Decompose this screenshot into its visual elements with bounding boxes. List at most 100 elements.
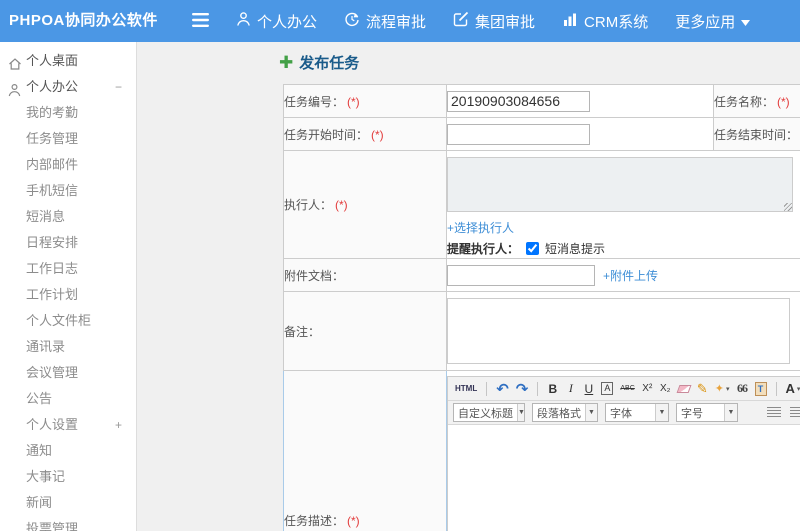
add-plus-icon: ✚ bbox=[279, 53, 294, 72]
sidebar-item[interactable]: 个人文件柜 bbox=[0, 308, 136, 334]
subscript-icon[interactable]: X₂ bbox=[658, 380, 673, 398]
font-color-icon[interactable]: A ▾ bbox=[784, 380, 800, 398]
nav-label: 流程审批 bbox=[366, 13, 427, 31]
sms-remind-label: 短消息提示 bbox=[545, 242, 606, 256]
caret-down-icon[interactable]: ▼ bbox=[655, 404, 668, 421]
select-value: 字号 bbox=[681, 407, 703, 420]
align-center-icon[interactable] bbox=[790, 407, 800, 418]
task-start-input[interactable] bbox=[447, 123, 590, 145]
blockquote-icon[interactable]: 66 bbox=[735, 380, 750, 398]
sidebar-item[interactable]: 日程安排 bbox=[0, 230, 136, 256]
page-title: ✚ 发布任务 bbox=[279, 52, 359, 73]
sms-remind-checkbox[interactable] bbox=[526, 242, 540, 255]
caret-down-icon[interactable]: ▼ bbox=[517, 404, 524, 421]
sidebar-item[interactable]: 投票管理 bbox=[0, 516, 136, 531]
form-row-remark: 备注： bbox=[283, 291, 800, 371]
editor-format-select[interactable]: 段落格式 ▼ bbox=[532, 403, 598, 422]
sidebar-item-label: 个人桌面 bbox=[26, 53, 79, 68]
group-approval-icon bbox=[453, 11, 469, 31]
sidebar-item[interactable]: 个人设置 + bbox=[0, 412, 136, 438]
app-brand: PHPOA协同办公软件 bbox=[9, 12, 158, 29]
task-end-label: 任务结束时间：(*) bbox=[713, 117, 800, 151]
html-source[interactable]: HTML bbox=[453, 380, 479, 398]
required-mark: (*) bbox=[347, 514, 360, 528]
resize-grip-icon[interactable] bbox=[784, 203, 792, 211]
sidebar-item[interactable]: 新闻 bbox=[0, 490, 136, 516]
underline-icon[interactable]: U bbox=[581, 380, 596, 398]
font-highlight-icon[interactable]: A bbox=[599, 380, 615, 398]
caret-down-icon[interactable]: ▼ bbox=[585, 404, 597, 421]
nav-item-group-approval[interactable]: 集团审批 bbox=[453, 11, 535, 32]
main-content: ✚ 发布任务 任务编号：(*) 任务名称：(*) 任务开始时间：(*) bbox=[137, 42, 800, 531]
align-left-icon[interactable] bbox=[767, 407, 781, 418]
caret-down-icon[interactable]: ▼ bbox=[724, 404, 737, 421]
sidebar-item[interactable]: 短消息 bbox=[0, 204, 136, 230]
collapse-minus-icon[interactable]: − bbox=[115, 74, 122, 100]
strikethrough-icon[interactable]: ABC bbox=[618, 380, 636, 398]
sidebar-item-label: 我的考勤 bbox=[26, 105, 79, 120]
editor-format-select[interactable]: 字号 ▼ bbox=[676, 403, 738, 422]
attachment-upload-link[interactable]: +附件上传 bbox=[603, 267, 658, 284]
nav-item-personal-office[interactable]: 个人办公 bbox=[236, 11, 317, 32]
sidebar-item-label: 个人文件柜 bbox=[26, 313, 92, 328]
toolbar-separator bbox=[775, 381, 777, 396]
sidebar-item-label: 个人设置 bbox=[26, 417, 79, 432]
nav-item-crm-system[interactable]: CRM系统 bbox=[562, 11, 648, 32]
task-number-input[interactable] bbox=[447, 90, 590, 112]
sidebar-item-label: 投票管理 bbox=[26, 521, 79, 531]
choose-executor-link[interactable]: +选择执行人 bbox=[447, 221, 514, 235]
nav-item-process-approval[interactable]: 流程审批 bbox=[344, 11, 426, 32]
required-mark: (*) bbox=[777, 94, 790, 109]
form-row-attachment: 附件文档： +附件上传 bbox=[283, 258, 800, 292]
sidebar-item[interactable]: 任务管理 bbox=[0, 126, 136, 152]
sidebar-item[interactable]: 个人桌面 bbox=[0, 48, 136, 74]
sidebar-item[interactable]: 工作计划 bbox=[0, 282, 136, 308]
hamburger-menu-icon[interactable] bbox=[192, 13, 209, 32]
italic-icon[interactable]: I bbox=[563, 380, 578, 398]
sidebar-item-label: 内部邮件 bbox=[26, 157, 79, 172]
undo-icon[interactable]: ↶ bbox=[494, 380, 511, 398]
sidebar-item[interactable]: 个人办公 − bbox=[0, 74, 136, 100]
sidebar-item[interactable]: 我的考勤 bbox=[0, 100, 136, 126]
attachment-input[interactable] bbox=[447, 264, 595, 286]
sidebar-item[interactable]: 会议管理 bbox=[0, 360, 136, 386]
user-icon bbox=[236, 11, 251, 31]
nav-label: 更多应用 bbox=[675, 13, 736, 31]
sidebar-item[interactable]: 大事记 bbox=[0, 464, 136, 490]
select-value: 字体 bbox=[610, 407, 632, 420]
nav-label: 集团审批 bbox=[475, 13, 536, 31]
caret-down-icon bbox=[741, 13, 751, 30]
sidebar-item[interactable]: 手机短信 bbox=[0, 178, 136, 204]
nav-label: 个人办公 bbox=[257, 13, 318, 31]
remark-textarea[interactable] bbox=[447, 298, 790, 364]
form-row-task-start: 任务开始时间：(*) 任务结束时间：(*) bbox=[283, 117, 800, 151]
bold-icon[interactable]: B bbox=[545, 380, 560, 398]
sidebar-item-label: 个人办公 bbox=[26, 79, 79, 94]
redo-icon[interactable]: ↷ bbox=[514, 380, 531, 398]
eraser-icon[interactable] bbox=[676, 380, 692, 398]
superscript-icon[interactable]: X² bbox=[640, 380, 655, 398]
editor-format-select[interactable]: 自定义标题 ▼ bbox=[453, 403, 525, 422]
paste-word-icon[interactable]: T bbox=[753, 380, 769, 398]
autotypeset-icon[interactable]: ✦ ▾ bbox=[713, 380, 732, 398]
task-number-label: 任务编号： (*) bbox=[283, 84, 447, 118]
sidebar-item[interactable]: 通讯录 bbox=[0, 334, 136, 360]
editor-content[interactable] bbox=[448, 425, 800, 531]
sidebar-menu: 个人桌面个人办公 − 我的考勤任务管理内部邮件手机短信 短消息 日程安排工作日志工作计划… bbox=[0, 42, 137, 531]
form-row-executor: 执行人： (*) +选择执行人 提醒执行人： 短消息提示 bbox=[283, 150, 800, 259]
sidebar-item-label: 工作日志 bbox=[26, 261, 79, 276]
executor-textarea[interactable] bbox=[447, 157, 793, 212]
paintbrush-icon[interactable]: ✎ bbox=[695, 380, 710, 398]
required-mark: (*) bbox=[371, 127, 384, 142]
sidebar-item[interactable]: 工作日志 bbox=[0, 256, 136, 282]
toolbar-separator bbox=[537, 381, 539, 396]
editor-toolbar-row2: 自定义标题 ▼ 段落格式 ▼ 字体 ▼ 字号 ▼ bbox=[448, 401, 800, 425]
description-label: 任务描述： (*) bbox=[283, 370, 447, 531]
sidebar-item[interactable]: 公告 bbox=[0, 386, 136, 412]
sidebar-item[interactable]: 通知 bbox=[0, 438, 136, 464]
sidebar-item[interactable]: 内部邮件 bbox=[0, 152, 136, 178]
select-value: 自定义标题 bbox=[458, 407, 513, 420]
editor-format-select[interactable]: 字体 ▼ bbox=[605, 403, 669, 422]
expand-plus-icon[interactable]: + bbox=[115, 412, 122, 438]
nav-item-more-apps[interactable]: 更多应用 bbox=[675, 11, 751, 32]
